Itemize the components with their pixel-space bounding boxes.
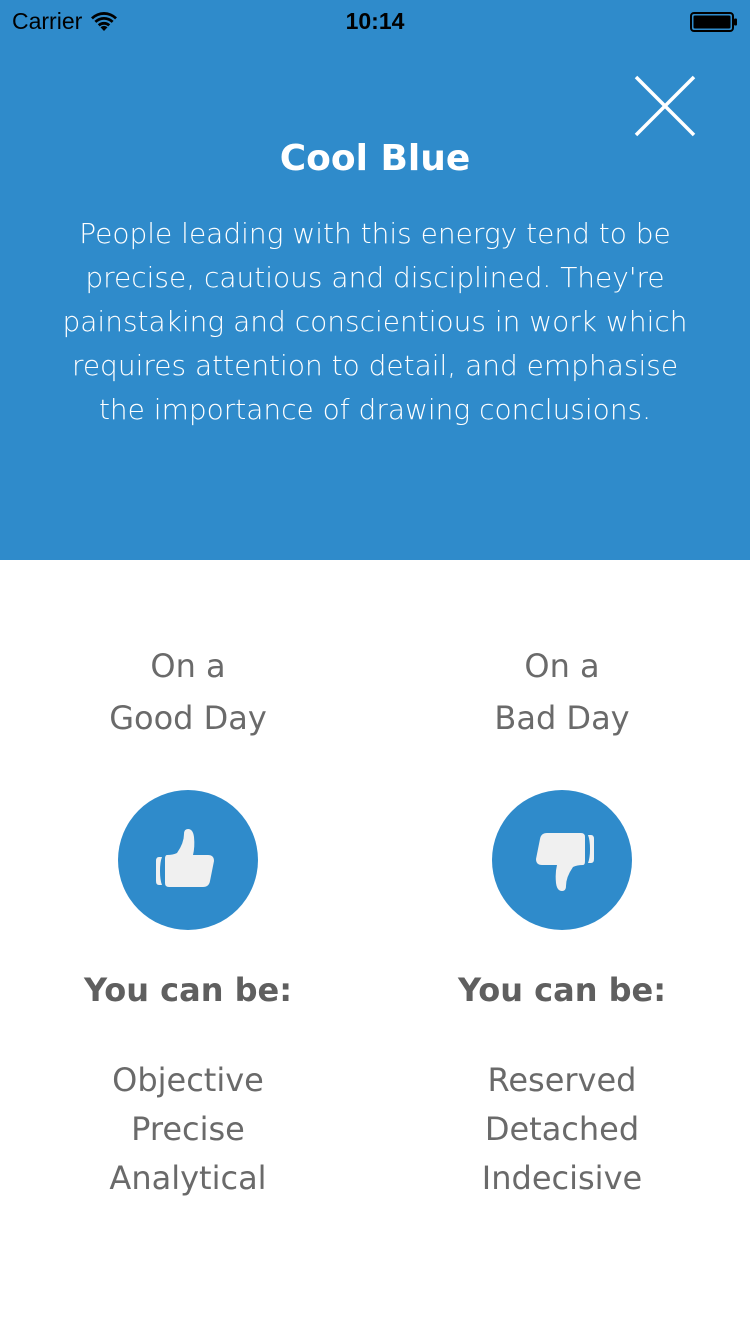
bad-day-subheading: You can be: [457,971,667,1009]
thumbs-up-icon [156,829,214,887]
status-bar: Carrier 10:14 [0,0,750,40]
bad-day-traits: Reserved Detached Indecisive [412,1056,712,1203]
bad-day-heading-line2: Bad Day [494,699,630,737]
good-day-heading: On a Good Day [38,640,338,744]
close-icon [634,75,696,137]
page-title: Cool Blue [279,138,471,179]
good-day-trait: Analytical [109,1159,267,1197]
thumbs-down-icon [536,833,594,891]
good-day-heading-line2: Good Day [109,699,267,737]
battery-icon [690,11,738,32]
header-panel: Carrier 10:14 Cool Blue People leading w… [0,0,750,560]
status-time: 10:14 [345,8,405,34]
bad-day-heading: On a Bad Day [412,640,712,744]
good-day-column: On a Good Day You can be: Objective Prec… [38,640,338,1203]
good-day-heading-line1: On a [150,647,226,685]
bad-day-trait: Detached [484,1110,640,1148]
screen: Carrier 10:14 Cool Blue People leading w… [0,0,750,1334]
bad-day-column: On a Bad Day You can be: Reserved Detach… [412,640,712,1203]
energy-description: People leading with this energy tend to … [62,217,688,426]
bad-day-trait: Reserved [487,1061,637,1099]
bad-day-trait: Indecisive [481,1159,643,1197]
good-day-traits: Objective Precise Analytical [38,1056,338,1203]
good-day-subheading: You can be: [83,971,293,1009]
thumbs-up-badge [118,790,258,930]
thumbs-down-badge [492,790,632,930]
close-button[interactable] [632,73,698,139]
bad-day-heading-line1: On a [524,647,600,685]
good-day-trait: Precise [131,1110,245,1148]
good-day-trait: Objective [112,1061,264,1099]
